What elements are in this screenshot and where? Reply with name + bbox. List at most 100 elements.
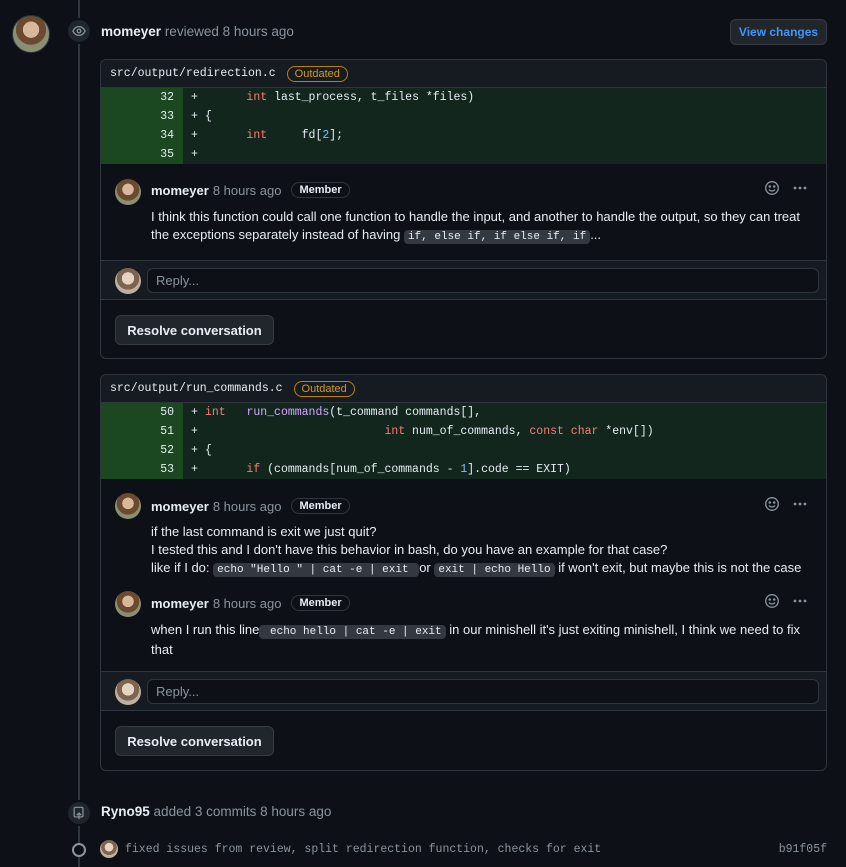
code-text: int num_of_commands, const char *env[]): [384, 425, 654, 438]
code-text: int last_process, t_files *files): [246, 91, 475, 104]
member-badge: Member: [291, 182, 350, 198]
commits-event-header: Ryno95 added 3 commits 8 hours ago: [101, 804, 331, 819]
smiley-icon[interactable]: [764, 593, 780, 612]
kebab-menu-icon[interactable]: [792, 593, 808, 612]
review-header: momeyer reviewed 8 hours ago: [101, 24, 294, 39]
comment-user[interactable]: momeyer: [151, 183, 209, 198]
comment-avatar[interactable]: [115, 179, 141, 205]
comment-text: ...: [590, 227, 602, 242]
resolve-conversation-button[interactable]: Resolve conversation: [115, 726, 274, 756]
inline-code: echo hello | cat -e | exit: [259, 625, 446, 639]
diff-line: 53 + if (commands[num_of_commands - 1].c…: [101, 460, 826, 479]
comment-text: if the last command is exit we just quit…: [151, 524, 377, 539]
review-thread-redirection: src/output/redirection.c Outdated 32 + i…: [100, 59, 827, 359]
line-number[interactable]: 52: [101, 441, 183, 460]
commit-sha[interactable]: b91f05f: [779, 843, 827, 856]
current-user-avatar: [115, 679, 141, 705]
comment-avatar[interactable]: [115, 591, 141, 617]
reply-bar: Reply...: [101, 260, 826, 300]
diff-sign: +: [191, 110, 198, 123]
code-text: {: [205, 110, 212, 123]
comment-time[interactable]: 8 hours ago: [213, 499, 282, 514]
diff-line: 33 + {: [101, 107, 826, 126]
code-text: int run_commands(t_command commands[],: [205, 406, 482, 419]
commit-author[interactable]: Ryno95: [101, 804, 150, 819]
line-number[interactable]: 35: [101, 145, 183, 164]
inline-code: if, else if, if else if, if: [403, 230, 591, 244]
eye-icon: [66, 18, 92, 44]
comment-user[interactable]: momeyer: [151, 499, 209, 514]
diff-sign: +: [191, 425, 198, 438]
diff-line: 32 + int last_process, t_files *files): [101, 88, 826, 107]
comment-user[interactable]: momeyer: [151, 596, 209, 611]
reply-bar: Reply...: [101, 671, 826, 711]
comment-body: I think this function could call one fun…: [151, 208, 811, 246]
git-commit-icon: [72, 843, 86, 857]
line-number[interactable]: 33: [101, 107, 183, 126]
thread-file-header: src/output/redirection.c Outdated: [101, 60, 826, 88]
view-changes-button[interactable]: View changes: [730, 19, 827, 45]
line-number[interactable]: 50: [101, 403, 183, 422]
reply-input[interactable]: Reply...: [147, 268, 819, 293]
code-text: {: [205, 444, 212, 457]
line-number[interactable]: 53: [101, 460, 183, 479]
review-user[interactable]: momeyer: [101, 24, 161, 39]
commit-row: fixed issues from review, split redirect…: [100, 839, 827, 859]
commit-message[interactable]: fixed issues from review, split redirect…: [125, 843, 601, 856]
diff-sign: +: [191, 129, 198, 142]
current-user-avatar: [115, 268, 141, 294]
comment-text: if won't exit, but maybe this is not the…: [554, 560, 802, 575]
commits-action: added 3 commits: [153, 804, 257, 819]
member-badge: Member: [291, 498, 350, 514]
diff-lines: 50 + int run_commands(t_command commands…: [101, 403, 826, 479]
kebab-menu-icon[interactable]: [792, 180, 808, 199]
diff-line: 52 + {: [101, 441, 826, 460]
comment-time[interactable]: 8 hours ago: [213, 596, 282, 611]
outdated-badge: Outdated: [286, 65, 348, 82]
comment-actions: [764, 593, 808, 612]
smiley-icon[interactable]: [764, 496, 780, 515]
comment-text: when I run this line: [151, 622, 260, 637]
comment-text: I tested this and I don't have this beha…: [151, 542, 668, 557]
commit-avatar[interactable]: [100, 840, 118, 858]
commits-time[interactable]: 8 hours ago: [260, 804, 331, 819]
diff-line: 50 + int run_commands(t_command commands…: [101, 403, 826, 422]
comment-avatar[interactable]: [115, 493, 141, 519]
reviewer-avatar[interactable]: [12, 15, 50, 53]
comment-text: or: [419, 560, 435, 575]
comment-actions: [764, 180, 808, 199]
smiley-icon[interactable]: [764, 180, 780, 199]
comment-body: when I run this line echo hello | cat -e…: [151, 621, 811, 659]
line-number[interactable]: 34: [101, 126, 183, 145]
diff-sign: +: [191, 406, 198, 419]
comment-text: like if I do:: [151, 560, 214, 575]
diff-sign: +: [191, 91, 198, 104]
line-number[interactable]: 32: [101, 88, 183, 107]
diff-lines: 32 + int last_process, t_files *files) 3…: [101, 88, 826, 164]
diff-line: 34 + int fd[2];: [101, 126, 826, 145]
comment-header: momeyer 8 hours ago Member: [151, 182, 350, 198]
member-badge: Member: [291, 595, 350, 611]
resolve-conversation-button[interactable]: Resolve conversation: [115, 315, 274, 345]
diff-line: 35 +: [101, 145, 826, 164]
comment-header: momeyer 8 hours ago Member: [151, 595, 350, 611]
kebab-menu-icon[interactable]: [792, 496, 808, 515]
comment-actions: [764, 496, 808, 515]
inline-code: echo "Hello " | cat -e | exit: [213, 563, 420, 577]
file-path[interactable]: src/output/run_commands.c: [110, 382, 283, 395]
reply-input[interactable]: Reply...: [147, 679, 819, 704]
diff-sign: +: [191, 463, 198, 476]
review-action: reviewed: [164, 24, 219, 39]
diff-line: 51 + int num_of_commands, const char *en…: [101, 422, 826, 441]
review-thread-run-commands: src/output/run_commands.c Outdated 50 + …: [100, 374, 827, 771]
timeline-line: [78, 0, 80, 867]
diff-sign: +: [191, 148, 198, 161]
comment-time[interactable]: 8 hours ago: [213, 183, 282, 198]
file-path[interactable]: src/output/redirection.c: [110, 67, 276, 80]
thread-file-header: src/output/run_commands.c Outdated: [101, 375, 826, 403]
comment-body: if the last command is exit we just quit…: [151, 523, 811, 579]
review-time[interactable]: 8 hours ago: [223, 24, 294, 39]
diff-sign: +: [191, 444, 198, 457]
comment-header: momeyer 8 hours ago Member: [151, 498, 350, 514]
line-number[interactable]: 51: [101, 422, 183, 441]
